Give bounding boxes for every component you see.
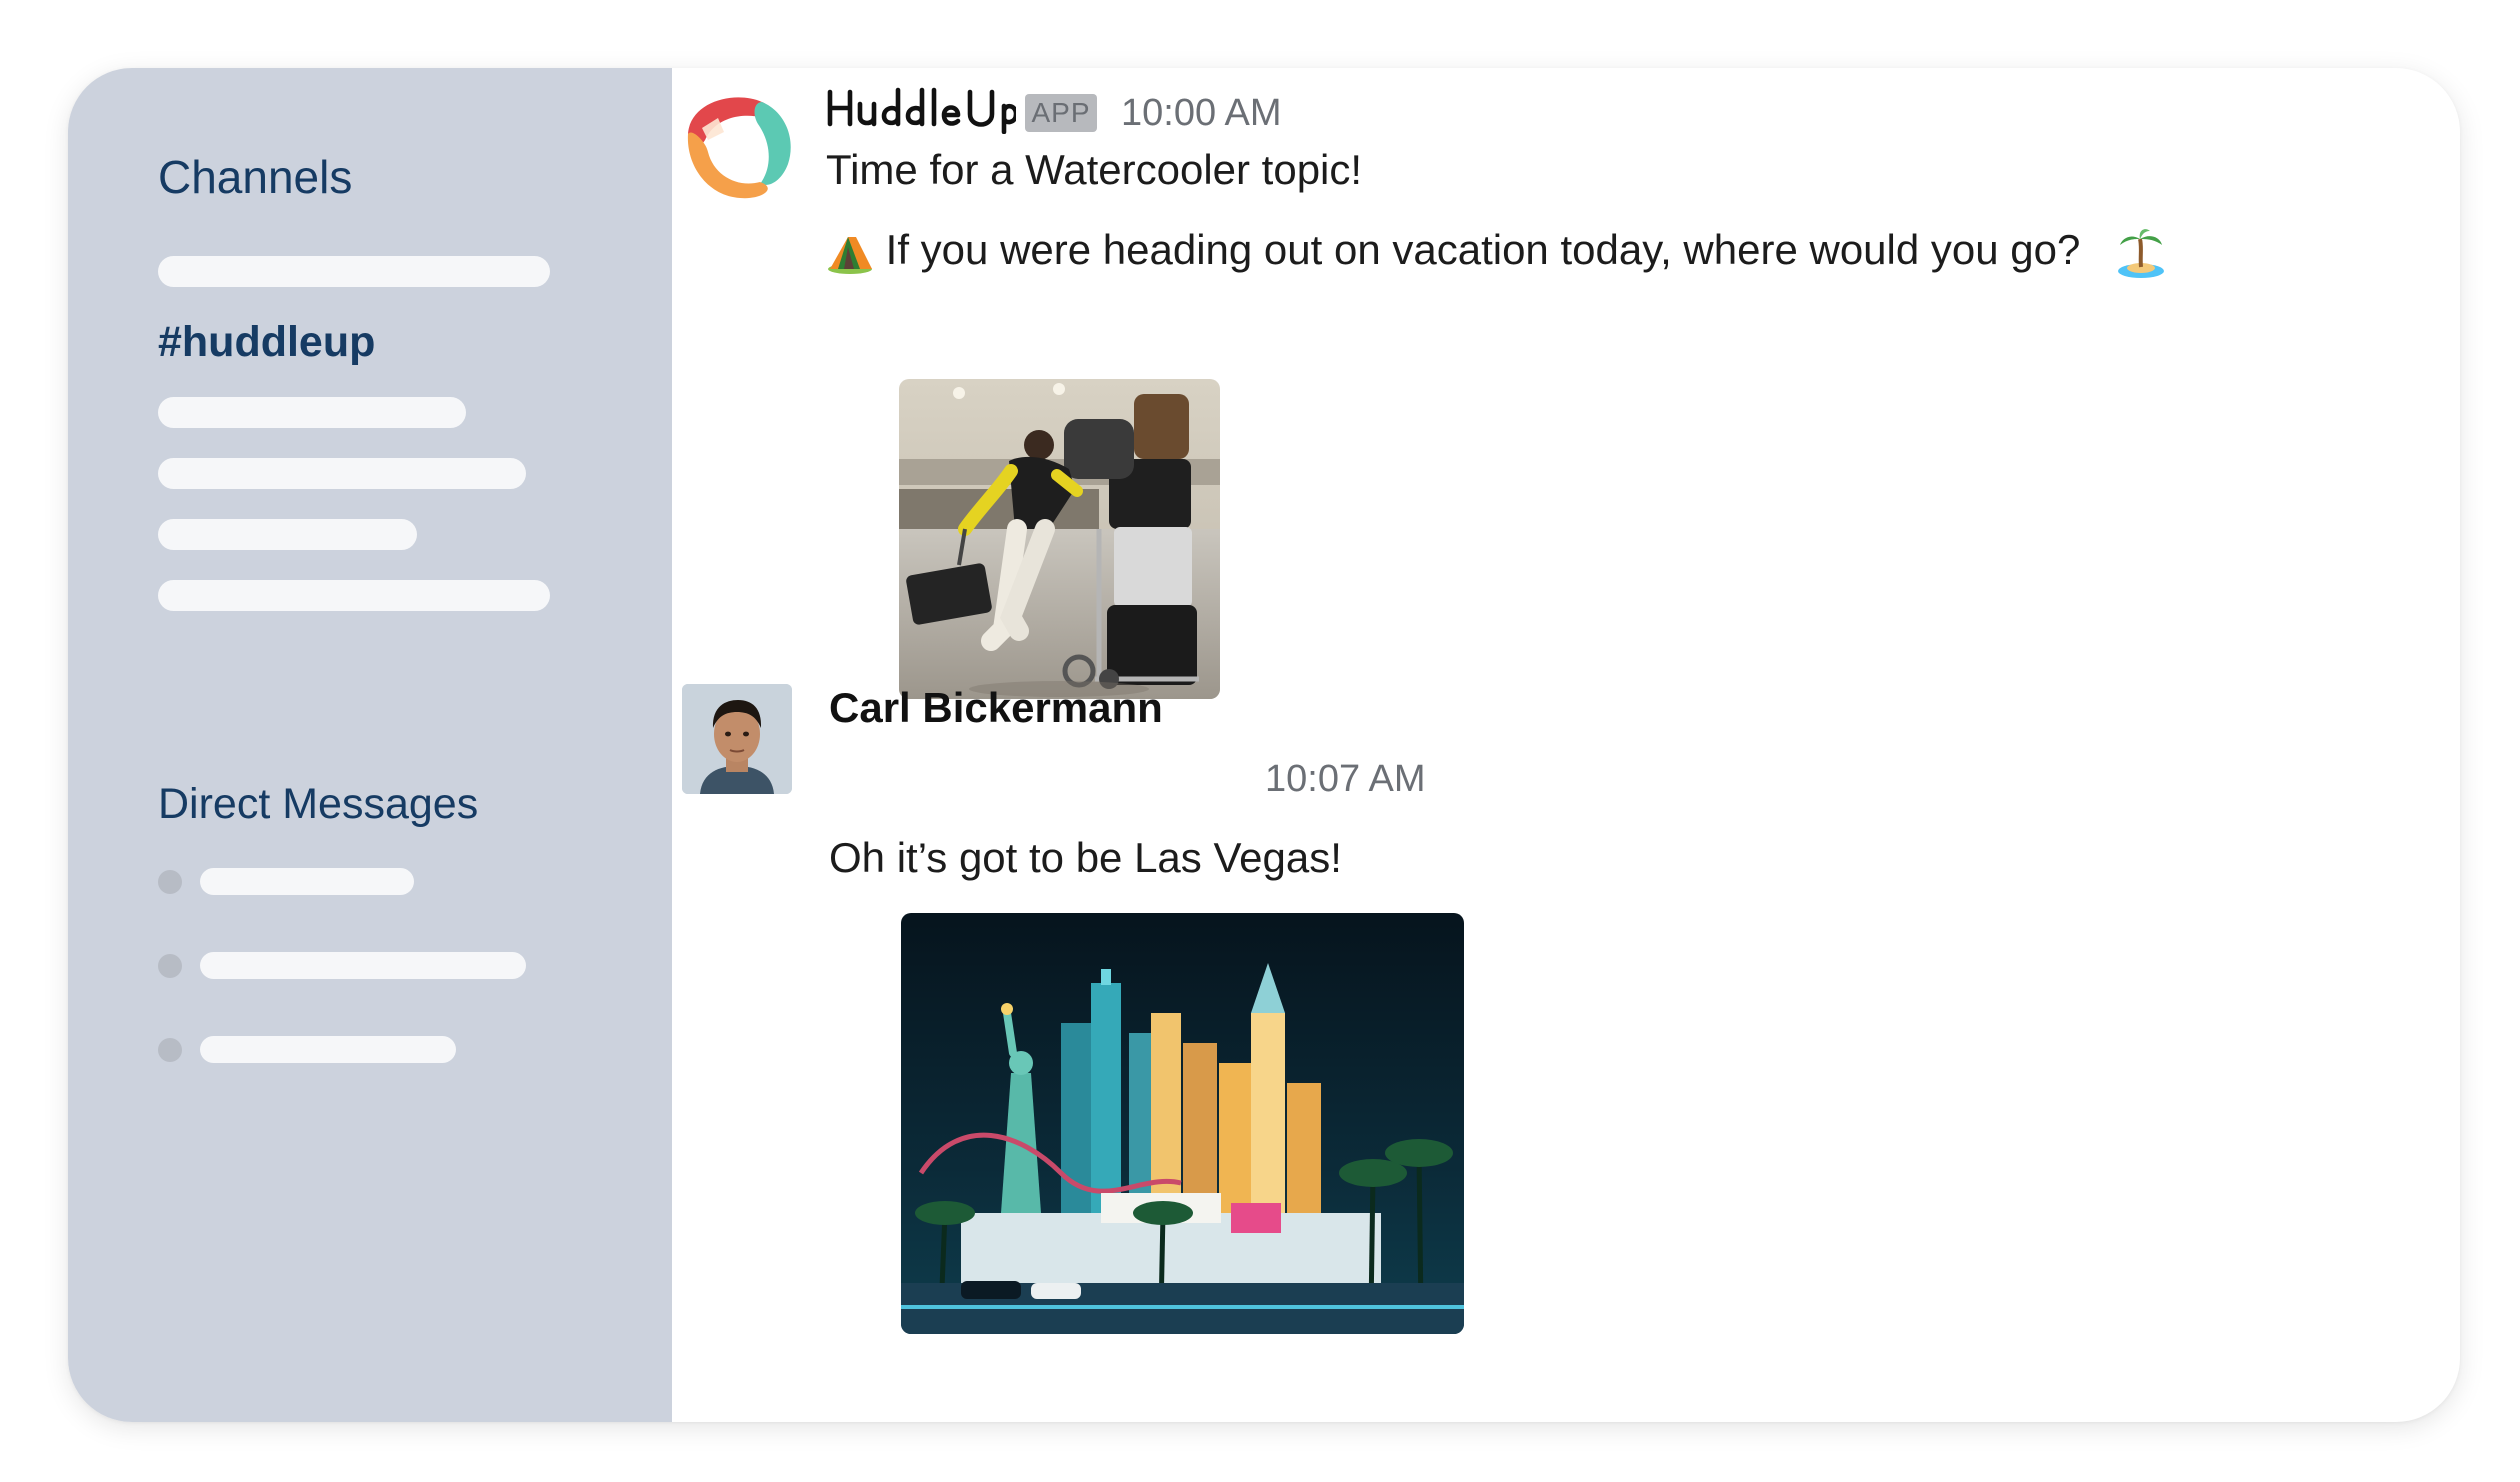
message-timestamp[interactable]: 10:00 AM: [1121, 92, 1282, 135]
dm-item[interactable]: [158, 1036, 478, 1066]
airport-luggage-gif[interactable]: [899, 379, 1220, 699]
presence-dot: [158, 1038, 182, 1062]
channel-placeholder[interactable]: [158, 458, 526, 489]
sender-name[interactable]: Carl Bickermann: [829, 684, 1163, 732]
channel-placeholder[interactable]: [158, 580, 550, 611]
huddleup-logo-icon[interactable]: [678, 88, 798, 208]
channels-heading[interactable]: Channels: [158, 150, 352, 204]
vacation-question: If you were heading out on vacation toda…: [885, 226, 2081, 273]
channel-placeholder[interactable]: [158, 519, 417, 550]
channel-placeholder[interactable]: [158, 256, 550, 287]
user-portrait: [682, 684, 792, 794]
message-prompt-line: If you were heading out on vacation toda…: [826, 226, 2166, 279]
channel-huddleup[interactable]: #huddleup: [158, 318, 375, 367]
camping-tent-icon: [828, 236, 872, 274]
message-timestamp[interactable]: 10:07 AM: [1265, 758, 1426, 801]
dm-placeholder: [200, 1036, 456, 1063]
dm-placeholder: [200, 868, 414, 895]
presence-dot: [158, 870, 182, 894]
dm-placeholder: [200, 952, 526, 979]
message-text: Time for a Watercooler topic!: [826, 146, 1363, 193]
message-text: Oh it’s got to be Las Vegas!: [829, 834, 1342, 881]
huddleup-wordmark[interactable]: [826, 86, 1016, 134]
dm-item[interactable]: [158, 952, 526, 982]
las-vegas-night-photo[interactable]: [901, 913, 1464, 1334]
sidebar: Channels #huddleup Direct Messages: [68, 68, 672, 1422]
presence-dot: [158, 954, 182, 978]
user-avatar[interactable]: [682, 684, 792, 794]
dm-item[interactable]: [158, 868, 478, 898]
direct-messages-heading[interactable]: Direct Messages: [158, 780, 478, 829]
channel-placeholder[interactable]: [158, 397, 466, 428]
desert-island-icon: [2118, 228, 2165, 278]
app-badge: APP: [1025, 94, 1097, 132]
